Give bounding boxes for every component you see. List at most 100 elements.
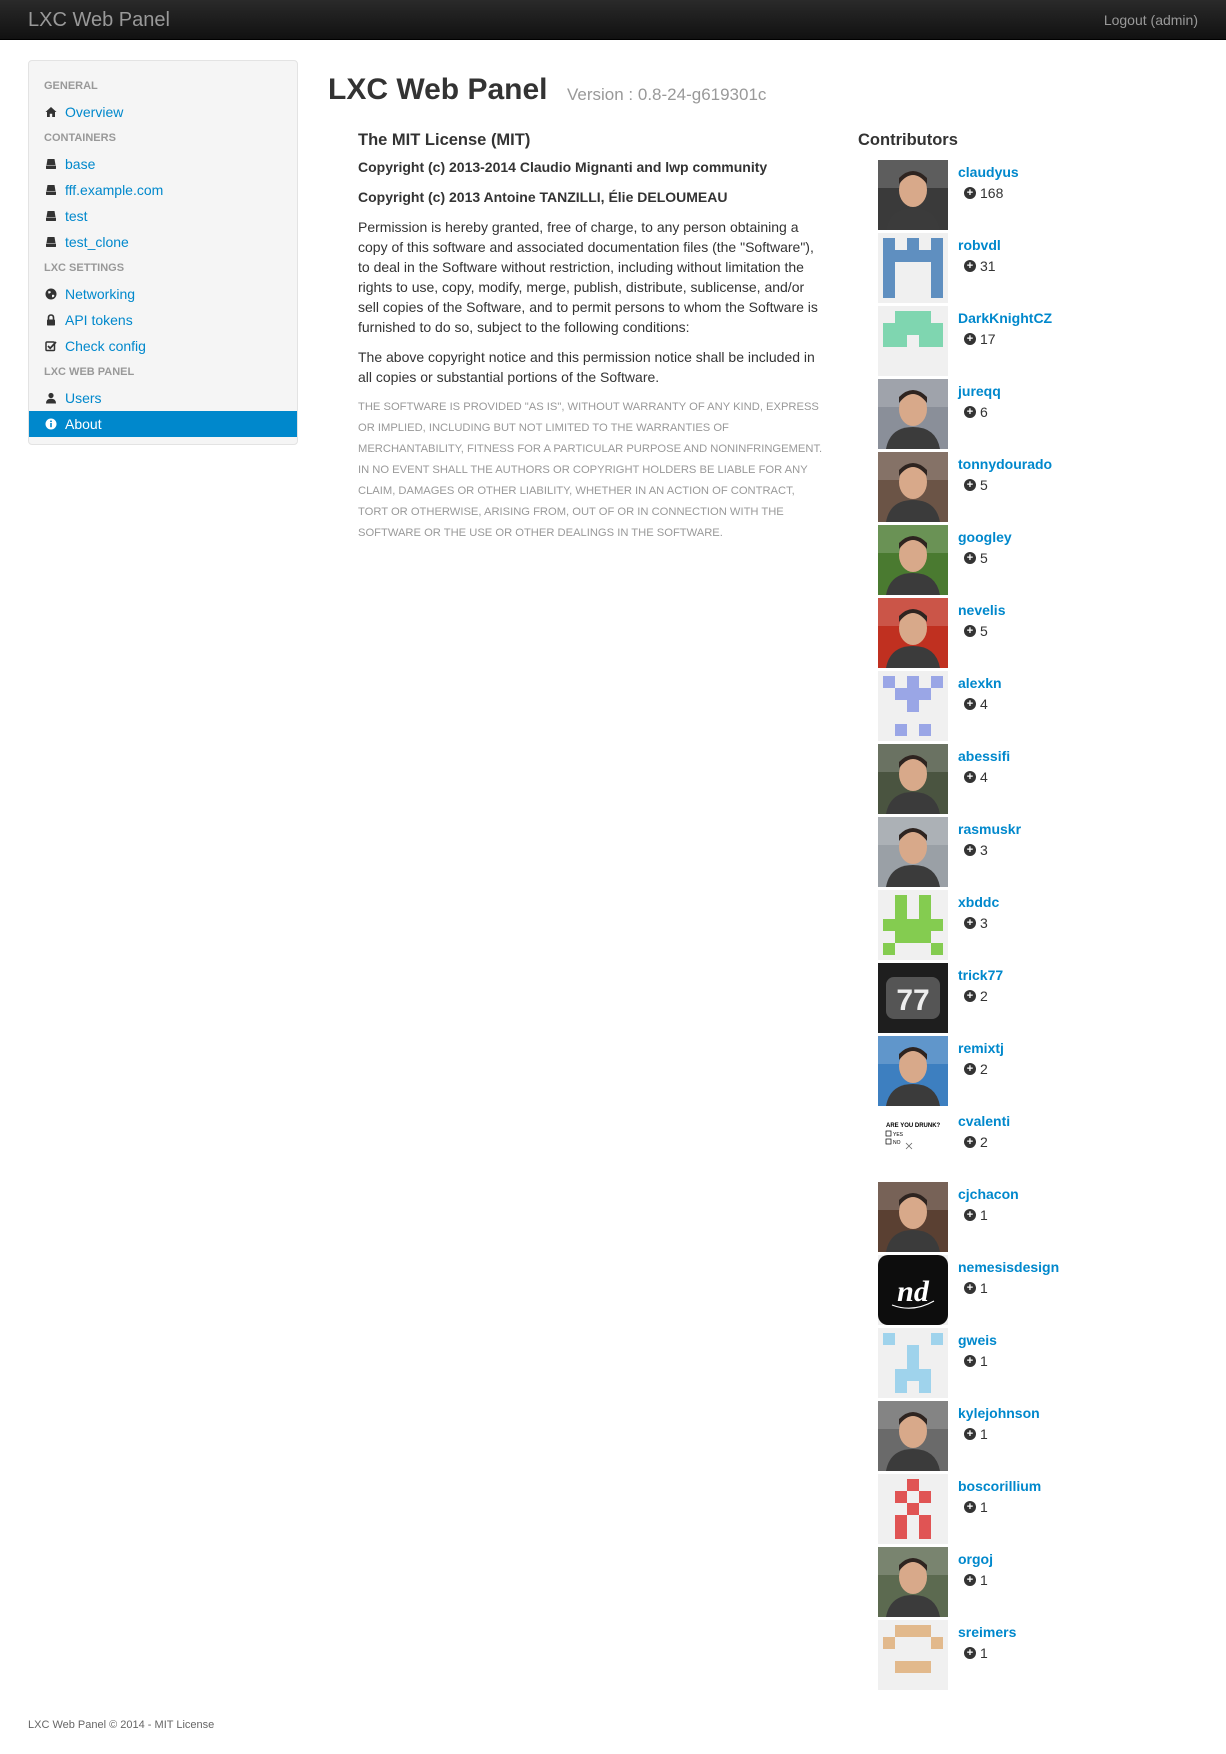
contributor-name[interactable]: cjchacon — [958, 1186, 1019, 1202]
contributor-name[interactable]: tonnydourado — [958, 456, 1052, 472]
avatar[interactable] — [878, 744, 948, 814]
contributor-name[interactable]: claudyus — [958, 164, 1019, 180]
avatar-image — [878, 379, 948, 449]
home-icon — [44, 105, 58, 119]
avatar[interactable] — [878, 817, 948, 887]
sidebar-item-overview[interactable]: Overview — [29, 99, 297, 125]
avatar[interactable] — [878, 525, 948, 595]
contribution-count: +4 — [964, 769, 988, 785]
plus-circle-icon: + — [964, 479, 976, 491]
avatar[interactable] — [878, 306, 948, 376]
contribution-count-value: 5 — [980, 623, 988, 639]
contributor-name[interactable]: kylejohnson — [958, 1405, 1040, 1421]
avatar[interactable]: nd — [878, 1255, 948, 1325]
sidebar-item-base[interactable]: base — [29, 151, 297, 177]
avatar[interactable] — [878, 379, 948, 449]
contributor-row: orgoj +1 — [878, 1547, 1198, 1620]
contributor-row: rasmuskr +3 — [878, 817, 1198, 890]
avatar[interactable] — [878, 1474, 948, 1544]
avatar[interactable] — [878, 452, 948, 522]
contribution-count-value: 31 — [980, 258, 996, 274]
contributor-name[interactable]: boscorillium — [958, 1478, 1041, 1494]
plus-circle-icon: + — [964, 406, 976, 418]
avatar-image — [878, 452, 948, 522]
avatar[interactable]: 77 — [878, 963, 948, 1033]
contribution-count: +1 — [964, 1207, 988, 1223]
contributor-name[interactable]: xbddc — [958, 894, 999, 910]
avatar[interactable] — [878, 1036, 948, 1106]
sidebar-item-users[interactable]: Users — [29, 385, 297, 411]
avatar[interactable] — [878, 1620, 948, 1690]
contribution-count: +168 — [964, 185, 1003, 201]
contribution-count: +3 — [964, 915, 988, 931]
sidebar-item-api-tokens[interactable]: API tokens — [29, 307, 297, 333]
sidebar-item-check-config[interactable]: Check config — [29, 333, 297, 359]
avatar-image — [878, 1401, 948, 1471]
avatar[interactable] — [878, 598, 948, 668]
sidebar-item-fff-example-com[interactable]: fff.example.com — [29, 177, 297, 203]
sidebar-nav: GENERAL Overview CONTAINERS base fff.exa… — [28, 60, 298, 445]
sidebar-item-test[interactable]: test — [29, 203, 297, 229]
contributor-name[interactable]: cvalenti — [958, 1113, 1010, 1129]
svg-text:nd: nd — [897, 1275, 930, 1308]
contribution-count-value: 4 — [980, 769, 988, 785]
plus-circle-icon: + — [964, 990, 976, 1002]
avatar-image — [878, 744, 948, 814]
contributor-name[interactable]: DarkKnightCZ — [958, 310, 1052, 326]
plus-circle-icon: + — [964, 1282, 976, 1294]
plus-circle-icon: + — [964, 1574, 976, 1586]
sidebar-item-label: About — [65, 416, 102, 432]
contribution-count-value: 1 — [980, 1207, 988, 1223]
contributor-name[interactable]: robvdl — [958, 237, 1001, 253]
contributor-name[interactable]: jureqq — [958, 383, 1001, 399]
contributor-name[interactable]: gweis — [958, 1332, 997, 1348]
avatar[interactable] — [878, 671, 948, 741]
contributor-name[interactable]: nevelis — [958, 602, 1005, 618]
contributor-name[interactable]: nemesisdesign — [958, 1259, 1059, 1275]
contributor-name[interactable]: orgoj — [958, 1551, 993, 1567]
avatar[interactable] — [878, 890, 948, 960]
plus-circle-icon: + — [964, 1063, 976, 1075]
plus-circle-icon: + — [964, 260, 976, 272]
sidebar-item-networking[interactable]: Networking — [29, 281, 297, 307]
contributor-name[interactable]: remixtj — [958, 1040, 1004, 1056]
contributor-row: DarkKnightCZ +17 — [878, 306, 1198, 379]
avatar[interactable]: ARE YOU DRUNK? YES NO — [878, 1109, 948, 1179]
avatar[interactable] — [878, 1182, 948, 1252]
avatar[interactable] — [878, 233, 948, 303]
contributor-row: boscorillium +1 — [878, 1474, 1198, 1547]
avatar[interactable] — [878, 1547, 948, 1617]
brand-link[interactable]: LXC Web Panel — [28, 8, 170, 32]
contribution-count: +3 — [964, 842, 988, 858]
sidebar-item-test-clone[interactable]: test_clone — [29, 229, 297, 255]
contributor-row: cjchacon +1 — [878, 1182, 1198, 1255]
trick77-badge-text: 77 — [896, 984, 929, 1017]
contributor-name[interactable]: googley — [958, 529, 1012, 545]
plus-circle-icon: + — [964, 1501, 976, 1513]
sidebar-item-label: Check config — [65, 338, 146, 354]
avatar[interactable] — [878, 1328, 948, 1398]
plus-circle-icon: + — [964, 625, 976, 637]
info-icon — [44, 417, 58, 431]
contributor-name[interactable]: sreimers — [958, 1624, 1016, 1640]
contribution-count: +4 — [964, 696, 988, 712]
avatar[interactable] — [878, 1401, 948, 1471]
contribution-count-value: 5 — [980, 550, 988, 566]
contributor-name[interactable]: alexkn — [958, 675, 1002, 691]
logout-link[interactable]: Logout (admin) — [1104, 12, 1198, 28]
contributor-name[interactable]: abessifi — [958, 748, 1010, 764]
avatar[interactable] — [878, 160, 948, 230]
contribution-count-value: 1 — [980, 1280, 988, 1296]
contribution-count-value: 6 — [980, 404, 988, 420]
contribution-count: +2 — [964, 1061, 988, 1077]
contributor-name[interactable]: rasmuskr — [958, 821, 1021, 837]
contributor-row: kylejohnson +1 — [878, 1401, 1198, 1474]
avatar-image — [878, 1547, 948, 1617]
sidebar-item-about[interactable]: About — [29, 411, 297, 437]
lock-icon — [44, 313, 58, 327]
hdd-icon — [44, 235, 58, 249]
globe-icon — [44, 287, 58, 301]
nav-header-general: GENERAL — [44, 80, 98, 92]
notice-paragraph: The above copyright notice and this perm… — [358, 349, 815, 385]
contributor-name[interactable]: trick77 — [958, 967, 1003, 983]
